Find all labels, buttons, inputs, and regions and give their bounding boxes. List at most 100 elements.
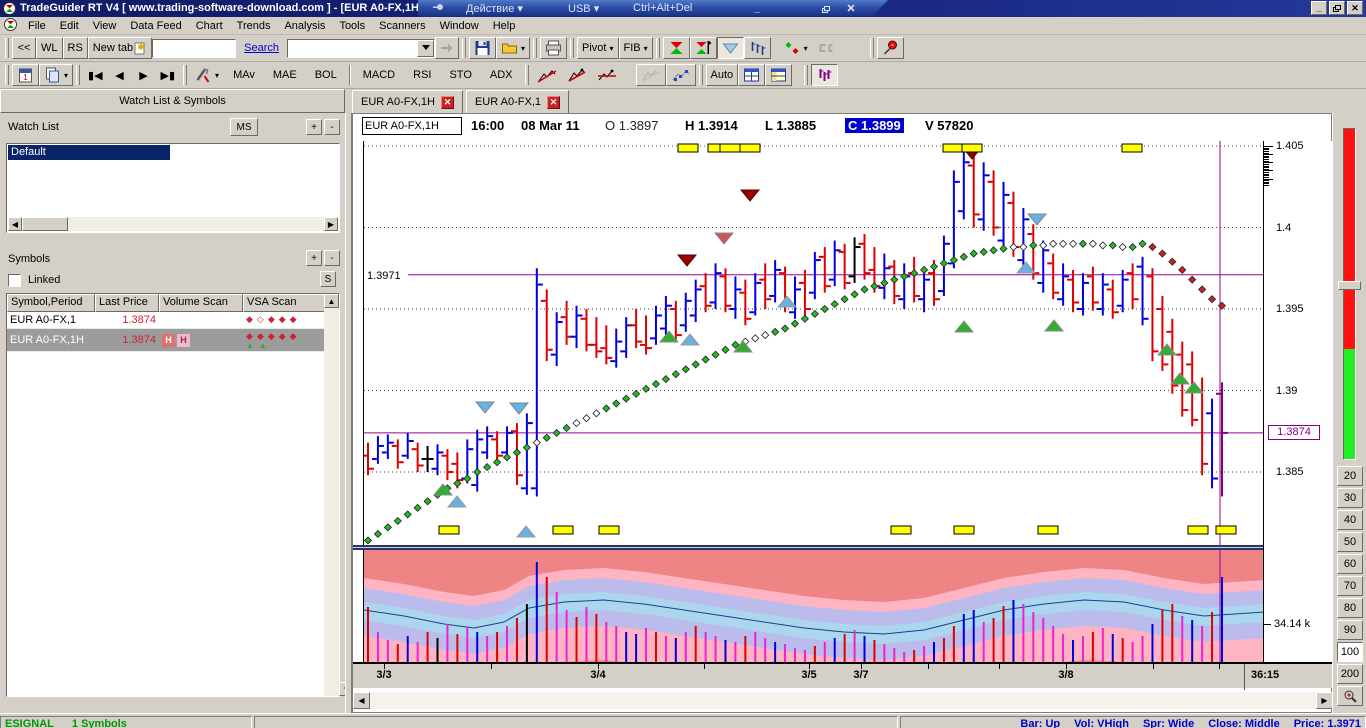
vm-usb-menu[interactable]: USB ▾	[568, 2, 599, 15]
rs-button[interactable]: RS	[63, 37, 88, 59]
search-link[interactable]: Search	[244, 42, 279, 54]
watchlist-remove-button[interactable]: -	[324, 119, 340, 135]
tab-eur-a0-fx-1[interactable]: EUR A0-FX,1✕	[466, 90, 569, 113]
scroll-right-icon[interactable]: ▶	[324, 217, 338, 231]
dot-trend-button[interactable]	[666, 64, 696, 86]
menu-chart[interactable]: Chart	[189, 18, 230, 34]
column-header-vsa-scan[interactable]: VSA Scan	[243, 294, 325, 312]
column-header-last-price[interactable]: Last Price	[95, 294, 159, 312]
menu-view[interactable]: View	[86, 18, 124, 34]
symbols-add-button[interactable]: +	[306, 250, 322, 266]
grid-layout-button[interactable]	[738, 64, 765, 86]
scroll-left-icon[interactable]: ◀	[353, 692, 370, 709]
price-pane[interactable]: 1.3971	[363, 141, 1263, 545]
symbol-search-input[interactable]	[152, 39, 236, 58]
zoom-level-70[interactable]: 70	[1337, 576, 1363, 596]
watchlist-add-button[interactable]: +	[306, 119, 322, 135]
trend-short-button[interactable]	[532, 64, 562, 86]
symbol-combobox[interactable]	[287, 39, 435, 58]
mav-button[interactable]: MAv	[224, 64, 264, 86]
auto-scale-button[interactable]: Auto	[706, 64, 739, 86]
diamond-signals-button[interactable]: ▾	[779, 37, 813, 59]
trend-disabled-button[interactable]	[636, 64, 666, 86]
symbol-row[interactable]: EUR A0-FX,1H1.3874HH◆◆◆◆◆▲▲	[7, 329, 339, 352]
fib-button[interactable]: FIB▾	[619, 37, 653, 59]
rsi-button[interactable]: RSI	[404, 64, 440, 86]
tab-close-icon[interactable]: ✕	[441, 96, 454, 109]
menu-edit[interactable]: Edit	[53, 18, 86, 34]
scroll-left-icon[interactable]: ◀	[8, 217, 22, 231]
pin-layout-button[interactable]	[877, 37, 904, 59]
tab-close-icon[interactable]: ✕	[547, 96, 560, 109]
zoom-level-60[interactable]: 60	[1337, 554, 1363, 574]
sto-button[interactable]: STO	[440, 64, 480, 86]
copy-button[interactable]: ▾	[39, 64, 73, 86]
trend-gauge[interactable]	[1343, 128, 1356, 460]
grid-layout-alt-button[interactable]	[765, 64, 792, 86]
nav-last-button[interactable]: ▶▮	[156, 64, 181, 86]
column-header-volume-scan[interactable]: Volume Scan	[159, 294, 243, 312]
symbols-remove-button[interactable]: -	[324, 250, 340, 266]
macd-button[interactable]: MACD	[354, 64, 404, 86]
go-button[interactable]	[435, 37, 459, 59]
zoom-level-90[interactable]: 90	[1337, 620, 1363, 640]
menu-help[interactable]: Help	[486, 18, 523, 34]
vm-restore-button[interactable]	[822, 4, 830, 16]
nav-next-button[interactable]: ▶	[132, 64, 156, 86]
pivot-button[interactable]: Pivot▾	[577, 37, 618, 59]
zoom-tool-button[interactable]	[1337, 686, 1363, 706]
calendar-button[interactable]: 1	[12, 64, 39, 86]
wl-button[interactable]: WL	[36, 37, 63, 59]
scroll-right-icon[interactable]: ▶	[1316, 692, 1333, 709]
trend-long-button[interactable]	[592, 64, 622, 86]
zoom-level-100[interactable]: 100	[1337, 642, 1363, 662]
symbols-table-vscrollbar[interactable]: ▲ ▼	[324, 294, 339, 696]
ms-button[interactable]: MS	[230, 118, 258, 136]
save-button[interactable]	[469, 37, 496, 59]
nav-prev-button[interactable]: ◀	[108, 64, 132, 86]
adx-button[interactable]: ADX	[481, 64, 522, 86]
vm-action-menu[interactable]: Действие ▾	[466, 2, 523, 15]
tab-eur-a0-fx-1h[interactable]: EUR A0-FX,1H✕	[352, 90, 463, 113]
symbol-row[interactable]: EUR A0-FX,11.3874◆◇◆◆◆	[7, 312, 339, 329]
column-header-symbol-period[interactable]: Symbol,Period	[7, 294, 95, 312]
zoom-level-80[interactable]: 80	[1337, 598, 1363, 618]
vm-minimize-button[interactable]: _	[748, 2, 766, 14]
zoom-level-200[interactable]: 200	[1337, 664, 1363, 684]
combobox-dropdown-icon[interactable]	[417, 40, 434, 57]
scroll-up-icon[interactable]: ▲	[324, 294, 339, 308]
trend-medium-button[interactable]	[562, 64, 592, 86]
menu-data-feed[interactable]: Data Feed	[123, 18, 188, 34]
watch-listbox[interactable]: Default ◀ ▶	[6, 143, 340, 233]
menu-tools[interactable]: Tools	[332, 18, 372, 34]
menu-trends[interactable]: Trends	[230, 18, 278, 34]
nav-first-button[interactable]: ▮◀	[83, 64, 108, 86]
zoom-level-50[interactable]: 50	[1337, 532, 1363, 552]
vm-pin-icon[interactable]	[432, 2, 444, 17]
mae-button[interactable]: MAE	[264, 64, 306, 86]
bol-button[interactable]: BOL	[306, 64, 346, 86]
menu-scanners[interactable]: Scanners	[372, 18, 432, 34]
window-minimize-button[interactable]: _	[1311, 1, 1327, 15]
zoom-level-40[interactable]: 40	[1337, 510, 1363, 530]
signals-all-button[interactable]	[663, 37, 690, 59]
zoom-level-20[interactable]: 20	[1337, 466, 1363, 486]
sidebar-splitter[interactable]	[345, 113, 352, 713]
price-axis[interactable]: 1.3874 34.14 k 1.4051.41.3951.391.385	[1263, 141, 1333, 662]
window-close-button[interactable]: ✕	[1347, 1, 1363, 15]
window-restore-button[interactable]	[1329, 1, 1345, 15]
link-windows-button[interactable]	[813, 37, 840, 59]
menu-analysis[interactable]: Analysis	[277, 18, 332, 34]
open-chart-button[interactable]: ▾	[496, 37, 530, 59]
scan-button[interactable]: S	[320, 271, 336, 287]
signals-minor-button[interactable]	[717, 37, 744, 59]
scroll-thumb[interactable]	[22, 217, 68, 231]
new-tab-button[interactable]: New tab ✱	[88, 37, 152, 59]
chart-symbol-box[interactable]: EUR A0-FX,1H	[362, 117, 462, 135]
signals-flag-button[interactable]	[690, 37, 717, 59]
bar-chart-style-button[interactable]	[744, 37, 771, 59]
print-button[interactable]	[540, 37, 567, 59]
gauge-slider-handle[interactable]	[1338, 281, 1361, 290]
watchlist-hscrollbar[interactable]: ◀ ▶	[8, 217, 338, 231]
collapse-watchlist-button[interactable]: <<	[12, 37, 36, 59]
